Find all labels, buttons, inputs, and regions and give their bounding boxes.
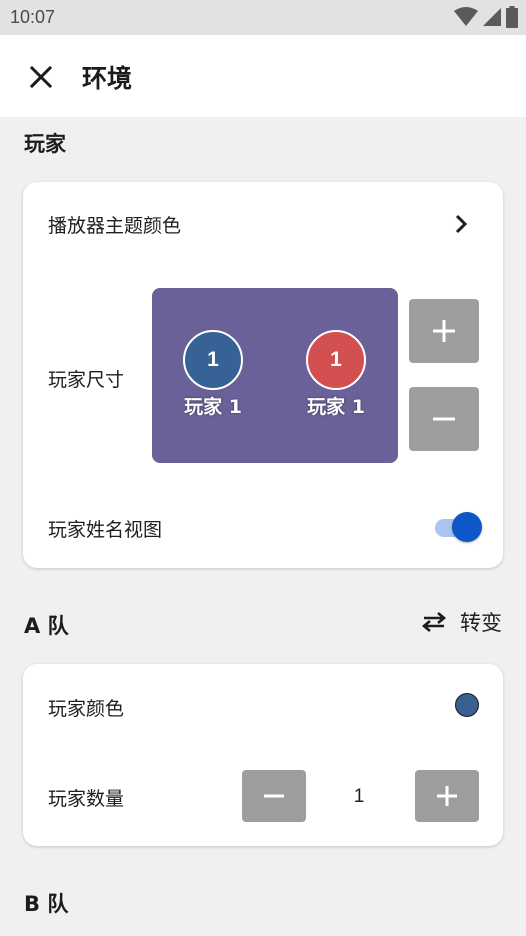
status-icons xyxy=(454,6,518,28)
player-preview: 1 玩家 1 1 玩家 1 xyxy=(152,288,398,463)
swap-button[interactable]: 转变 xyxy=(420,607,502,637)
status-time: 10:07 xyxy=(10,7,56,27)
player-name: 玩家 1 xyxy=(184,396,242,418)
size-decrease-button[interactable] xyxy=(409,387,479,451)
minus-icon xyxy=(433,417,455,421)
swap-label: 转变 xyxy=(460,611,502,635)
player-count-label: 玩家数量 xyxy=(48,788,125,810)
minus-icon xyxy=(264,794,284,798)
count-increase-button[interactable] xyxy=(415,770,479,822)
status-bar: 10:07 xyxy=(0,0,526,35)
theme-color-row-button[interactable] xyxy=(449,212,473,236)
preview-player-1: 1 玩家 1 xyxy=(168,330,258,419)
section-title-team-a: A 队 xyxy=(24,614,69,638)
app-bar: 环境 xyxy=(0,35,526,117)
cellular-icon xyxy=(483,8,501,26)
player-count-value: 1 xyxy=(353,786,365,807)
page-title: 环境 xyxy=(82,64,133,93)
chevron-right-icon xyxy=(455,214,468,234)
wifi-icon xyxy=(454,7,478,26)
name-view-toggle[interactable] xyxy=(435,512,483,542)
count-decrease-button[interactable] xyxy=(242,770,306,822)
close-icon xyxy=(30,66,52,88)
player-color-swatch[interactable] xyxy=(455,693,479,717)
swap-arrows-icon xyxy=(421,612,447,632)
close-button[interactable] xyxy=(22,58,60,96)
plus-icon xyxy=(437,786,457,806)
section-title-players: 玩家 xyxy=(24,132,66,156)
toggle-thumb xyxy=(452,512,482,542)
battery-icon xyxy=(506,6,518,28)
name-view-label: 玩家姓名视图 xyxy=(48,519,163,541)
theme-color-label: 播放器主题颜色 xyxy=(48,215,182,237)
preview-player-2: 1 玩家 1 xyxy=(291,330,381,419)
player-badge: 1 xyxy=(306,330,366,390)
player-badge: 1 xyxy=(183,330,243,390)
players-card: 播放器主题颜色 玩家尺寸 1 玩家 1 1 玩家 1 玩家姓名视图 xyxy=(23,182,503,568)
player-size-label: 玩家尺寸 xyxy=(48,369,125,391)
plus-icon xyxy=(433,320,455,342)
team-a-card: 玩家颜色 玩家数量 1 xyxy=(23,664,503,846)
section-title-team-b: B 队 xyxy=(24,892,69,916)
size-increase-button[interactable] xyxy=(409,299,479,363)
player-name: 玩家 1 xyxy=(307,396,365,418)
player-color-label: 玩家颜色 xyxy=(48,698,125,720)
